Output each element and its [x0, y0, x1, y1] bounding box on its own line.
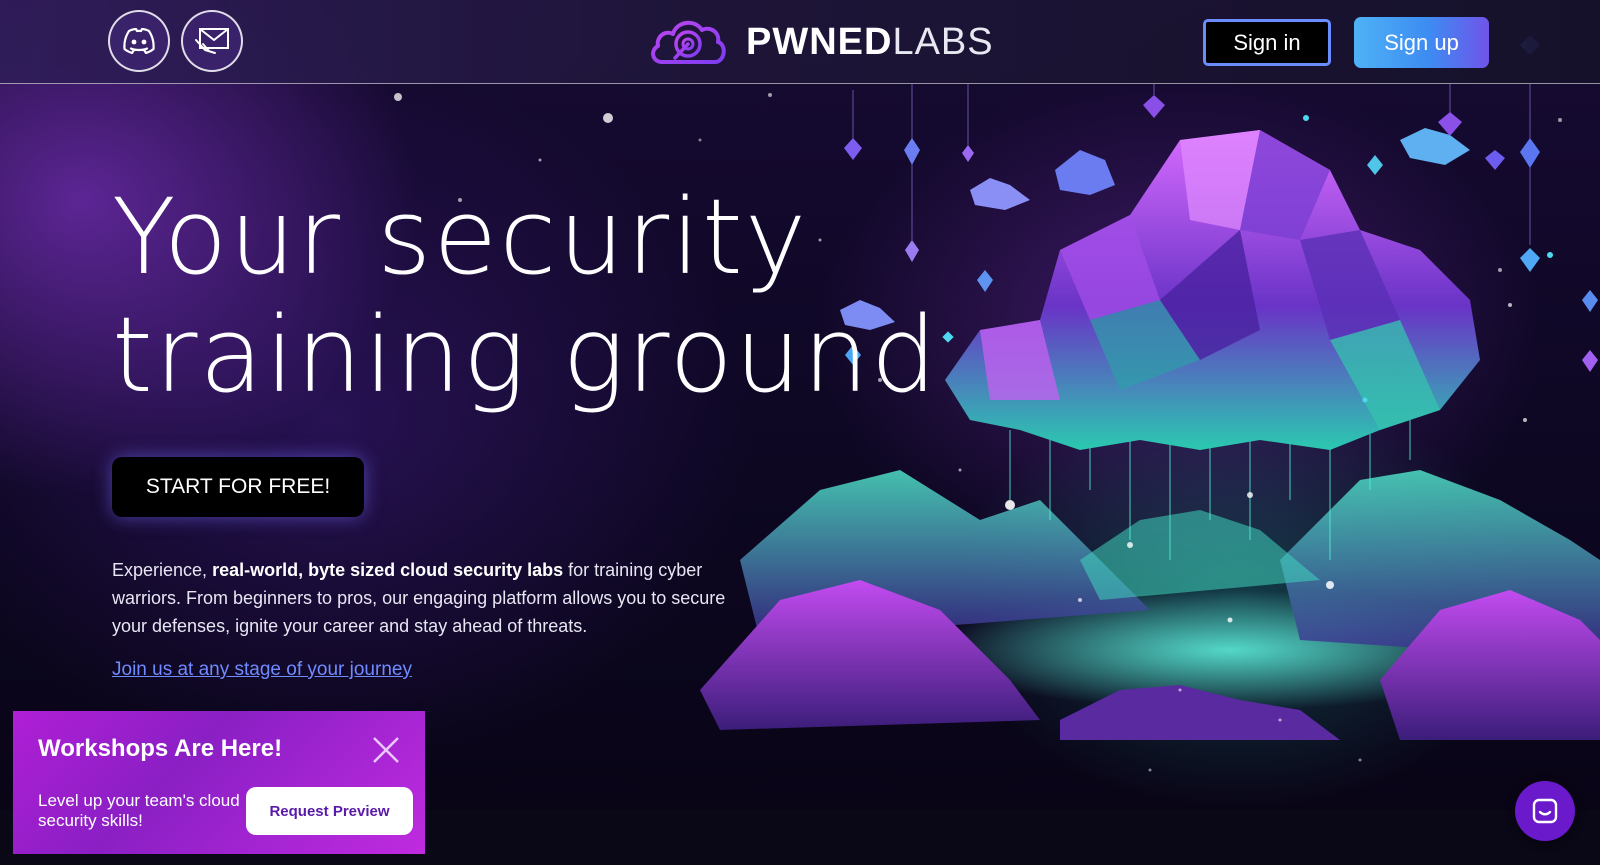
mail-icon: [195, 28, 229, 54]
promo-title: Workshops Are Here!: [38, 735, 283, 762]
start-for-free-button[interactable]: START FOR FREE!: [109, 454, 367, 520]
close-icon: [373, 737, 399, 763]
mountain-mid: [1080, 510, 1320, 600]
logo-text: PWNEDLABS: [746, 21, 994, 64]
sign-up-button[interactable]: Sign up: [1354, 17, 1489, 68]
discord-link[interactable]: [108, 10, 170, 72]
small-cloud-3: [1400, 128, 1470, 165]
hero-description: Experience, real-world, byte sized cloud…: [112, 556, 752, 640]
logo-text-bold: PWNED: [746, 20, 893, 63]
description-prefix: Experience,: [112, 560, 213, 580]
small-cloud-1: [1055, 150, 1115, 195]
hero-title: Your security training ground: [112, 178, 939, 414]
workshops-promo: Workshops Are Here! Level up your team's…: [13, 711, 425, 854]
journey-link[interactable]: Join us at any stage of your journey: [112, 659, 412, 681]
site-header: PWNEDLABS Sign in Sign up: [0, 0, 1600, 84]
email-link[interactable]: [181, 10, 243, 72]
promo-close-button[interactable]: [371, 735, 401, 765]
polygon-cloud: [945, 130, 1480, 450]
cloud-target-icon: [651, 20, 726, 64]
brand-logo[interactable]: PWNEDLABS: [648, 14, 994, 70]
hero-title-line-2: training ground: [112, 294, 939, 416]
small-cloud-2: [970, 178, 1030, 210]
promo-text: Level up your team's cloud security skil…: [38, 791, 240, 830]
logo-text-light: LABS: [892, 20, 994, 63]
discord-icon: [123, 28, 155, 54]
chat-icon: [1532, 798, 1558, 824]
request-preview-button[interactable]: Request Preview: [246, 787, 413, 835]
hero-title-line-1: Your security: [112, 176, 809, 298]
description-highlight: real-world, byte sized cloud security la…: [212, 560, 564, 580]
sign-in-button[interactable]: Sign in: [1200, 16, 1334, 69]
chat-launcher-button[interactable]: [1515, 781, 1575, 841]
